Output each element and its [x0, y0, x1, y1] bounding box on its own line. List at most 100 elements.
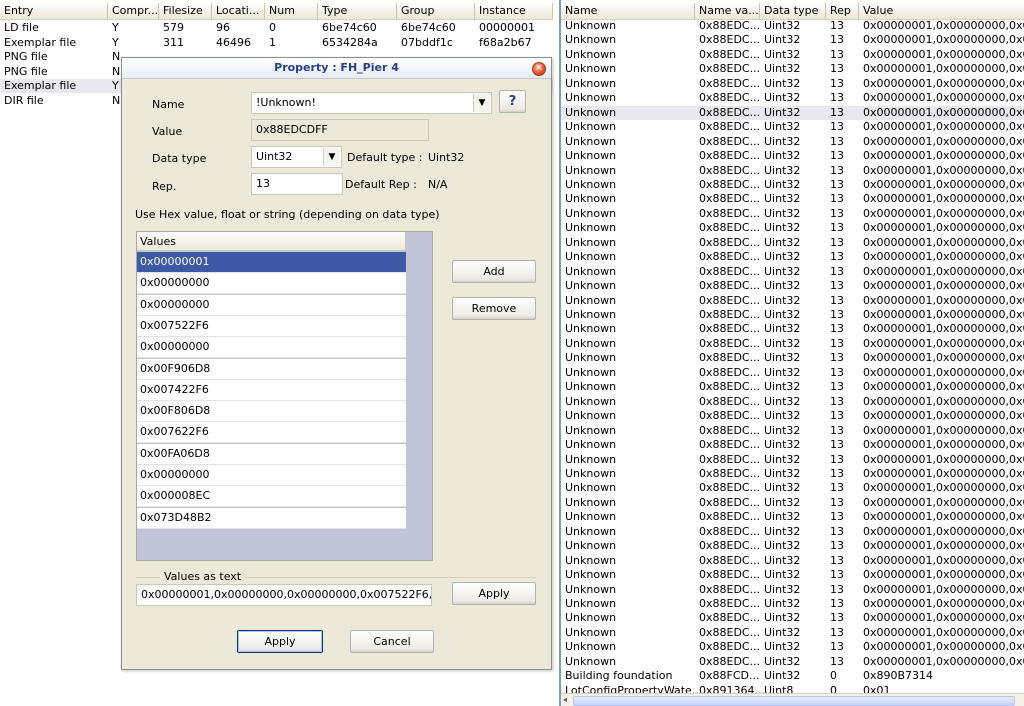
property-cell-value: 0x00000001,0x00000000,0x00000: [863, 235, 1024, 249]
column-entry[interactable]: Entry: [0, 3, 108, 19]
remove-button[interactable]: Remove: [452, 297, 536, 320]
property-row[interactable]: Unknown 0x88EDC... Uint32 13 0x00000001,0x00…: [561, 583, 1024, 597]
value-list-item[interactable]: 0x007522F6: [137, 315, 406, 337]
cancel-button[interactable]: Cancel: [350, 630, 434, 653]
close-icon[interactable]: ×: [532, 62, 546, 76]
column-value[interactable]: Value: [859, 3, 1024, 19]
column-name[interactable]: Name: [561, 3, 695, 19]
value-list-item[interactable]: 0x00000001: [137, 252, 406, 273]
property-row[interactable]: Unknown 0x88EDC... Uint32 13 0x00000001,0x00…: [561, 236, 1024, 250]
column-instance[interactable]: Instance: [475, 3, 553, 19]
property-row[interactable]: Unknown 0x88EDC... Uint32 13 0x00000001,0x00…: [561, 409, 1024, 423]
property-cell-name-value: 0x88EDC...: [699, 394, 761, 408]
value-list-item[interactable]: 0x00000000: [137, 273, 406, 295]
help-button[interactable]: ?: [499, 90, 526, 113]
property-cell-data-type: Uint32: [764, 192, 801, 206]
value-list-item[interactable]: 0x00F906D8: [137, 358, 406, 380]
scrollbar-thumb[interactable]: [573, 696, 1015, 706]
property-row[interactable]: Unknown 0x88EDC... Uint32 13 0x00000001,0x00…: [561, 105, 1024, 120]
add-button[interactable]: Add: [452, 260, 536, 283]
name-dropdown[interactable]: !Unknown! ▼: [251, 92, 492, 114]
value-list-item[interactable]: 0x00000000: [137, 337, 406, 359]
column-compressed[interactable]: Compr...: [108, 3, 159, 19]
property-row[interactable]: Unknown 0x88EDC... Uint32 13 0x00000001,0x00…: [561, 611, 1024, 625]
column-group[interactable]: Group: [397, 3, 475, 19]
property-row[interactable]: Unknown 0x88EDC... Uint32 13 0x00000001,0x00…: [561, 481, 1024, 495]
property-row[interactable]: Unknown 0x88EDC... Uint32 13 0x00000001,0x00…: [561, 250, 1024, 264]
property-row[interactable]: Unknown 0x88EDC... Uint32 13 0x00000001,0x00…: [561, 510, 1024, 524]
value-list-item[interactable]: 0x00F806D8: [137, 401, 406, 423]
chevron-down-icon[interactable]: ▼: [323, 148, 340, 166]
property-row[interactable]: Unknown 0x88EDC... Uint32 13 0x00000001,0x00…: [561, 351, 1024, 365]
column-data-type[interactable]: Data type: [760, 3, 826, 19]
hint-text: Use Hex value, float or string (dependin…: [135, 208, 440, 221]
property-row[interactable]: Unknown 0x88EDC... Uint32 13 0x00000001,0x00…: [561, 192, 1024, 206]
property-row[interactable]: Unknown 0x88EDC... Uint32 13 0x00000001,0x00…: [561, 568, 1024, 582]
property-row[interactable]: Unknown 0x88EDC... Uint32 13 0x00000001,0x00…: [561, 265, 1024, 279]
property-row[interactable]: Unknown 0x88EDC... Uint32 13 0x00000001,0x00…: [561, 308, 1024, 322]
property-row[interactable]: Unknown 0x88EDC... Uint32 13 0x00000001,0x00…: [561, 525, 1024, 539]
property-row[interactable]: Unknown 0x88EDC... Uint32 13 0x00000001,0x00…: [561, 135, 1024, 149]
column-name-value[interactable]: Name va...: [695, 3, 760, 19]
property-row[interactable]: Unknown 0x88EDC... Uint32 13 0x00000001,0x00…: [561, 597, 1024, 611]
property-cell-data-type: Uint32: [764, 539, 801, 553]
property-row[interactable]: Unknown 0x88EDC... Uint32 13 0x00000001,0x00…: [561, 337, 1024, 351]
property-row[interactable]: Unknown 0x88EDC... Uint32 13 0x00000001,0x00…: [561, 539, 1024, 553]
property-row[interactable]: Unknown 0x88EDC... Uint32 13 0x00000001,0x00…: [561, 221, 1024, 235]
property-row[interactable]: Unknown 0x88EDC... Uint32 13 0x00000001,0x00…: [561, 178, 1024, 192]
apply-button[interactable]: Apply: [237, 630, 323, 653]
property-cell-value: 0x00000001,0x00000000,0x00000: [863, 120, 1024, 134]
property-row[interactable]: Unknown 0x88EDC... Uint32 13 0x00000001,0x00…: [561, 554, 1024, 568]
chevron-down-icon[interactable]: ▼: [473, 94, 490, 112]
property-row[interactable]: Unknown 0x88EDC... Uint32 13 0x00000001,0x00…: [561, 366, 1024, 380]
property-row[interactable]: Unknown 0x88EDC... Uint32 13 0x00000001,0x00…: [561, 496, 1024, 510]
property-row[interactable]: Unknown 0x88EDC... Uint32 13 0x00000001,0x00…: [561, 395, 1024, 409]
datatype-dropdown[interactable]: Uint32 ▼: [251, 146, 342, 168]
property-row[interactable]: Unknown 0x88EDC... Uint32 13 0x00000001,0x00…: [561, 424, 1024, 438]
property-row[interactable]: Unknown 0x88EDC... Uint32 13 0x00000001,0x00…: [561, 453, 1024, 467]
property-row[interactable]: Unknown 0x88EDC... Uint32 13 0x00000001,0x00…: [561, 626, 1024, 640]
property-row[interactable]: Unknown 0x88EDC... Uint32 13 0x00000001,0x00…: [561, 640, 1024, 654]
property-row[interactable]: Unknown 0x88EDC... Uint32 13 0x00000001,0x00…: [561, 380, 1024, 394]
value-list-item[interactable]: 0x073D48B2: [137, 507, 406, 529]
values-as-text-input[interactable]: 0x00000001,0x00000000,0x00000000,0x00752…: [136, 584, 432, 606]
value-list-item[interactable]: 0x000008EC: [137, 486, 406, 508]
value-list-item[interactable]: 0x00000000: [137, 465, 406, 486]
property-row[interactable]: Unknown 0x88EDC... Uint32 13 0x00000001,0x00…: [561, 164, 1024, 178]
column-filesize[interactable]: Filesize: [159, 3, 212, 19]
property-row[interactable]: Unknown 0x88EDC... Uint32 13 0x00000001,0x00…: [561, 19, 1024, 33]
properties-list[interactable]: Name Name va... Data type Rep Value Unkn…: [559, 0, 1024, 706]
property-row[interactable]: Building foundation 0x88FCD... Uint32 0 0x89…: [561, 669, 1024, 683]
value-list-item[interactable]: 0x00000000: [137, 294, 406, 316]
property-cell-value: 0x00000001,0x00000000,0x00000: [863, 33, 1024, 47]
property-row[interactable]: Unknown 0x88EDC... Uint32 13 0x00000001,0x00…: [561, 120, 1024, 134]
property-row[interactable]: Unknown 0x88EDC... Uint32 13 0x00000001,0x00…: [561, 294, 1024, 308]
property-row[interactable]: Unknown 0x88EDC... Uint32 13 0x00000001,0x00…: [561, 438, 1024, 452]
property-row[interactable]: Unknown 0x88EDC... Uint32 13 0x00000001,0x00…: [561, 62, 1024, 76]
column-type[interactable]: Type: [318, 3, 397, 19]
value-list-item[interactable]: 0x007422F6: [137, 379, 406, 401]
value-list-item[interactable]: 0x00FA06D8: [137, 443, 406, 465]
property-row[interactable]: Unknown 0x88EDC... Uint32 13 0x00000001,0x00…: [561, 207, 1024, 221]
property-row[interactable]: Unknown 0x88EDC... Uint32 13 0x00000001,0x00…: [561, 48, 1024, 62]
property-row[interactable]: Unknown 0x88EDC... Uint32 13 0x00000001,0x00…: [561, 77, 1024, 91]
property-row[interactable]: Unknown 0x88EDC... Uint32 13 0x00000001,0x00…: [561, 655, 1024, 669]
rep-input[interactable]: 13: [251, 173, 343, 195]
apply-text-button[interactable]: Apply: [452, 582, 536, 605]
property-row[interactable]: Unknown 0x88EDC... Uint32 13 0x00000001,0x00…: [561, 149, 1024, 163]
value-list-item[interactable]: 0x007622F6: [137, 422, 406, 444]
column-rep[interactable]: Rep: [826, 3, 859, 19]
column-num[interactable]: Num: [265, 3, 318, 19]
property-row[interactable]: Unknown 0x88EDC... Uint32 13 0x00000001,0x00…: [561, 279, 1024, 293]
entry-row[interactable]: LD file Y 579 96 0 6be74c60 6be74c60 00000001: [0, 21, 553, 35]
column-location[interactable]: Locati...: [212, 3, 265, 19]
property-row[interactable]: Unknown 0x88EDC... Uint32 13 0x00000001,0x00…: [561, 33, 1024, 47]
horizontal-scrollbar[interactable]: ◂: [561, 693, 1024, 706]
property-row[interactable]: Unknown 0x88EDC... Uint32 13 0x00000001,0x00…: [561, 322, 1024, 336]
property-cell-name: Unknown: [565, 33, 617, 47]
values-list[interactable]: Values 0x00000001 0x00000000 0x00000000 0x0…: [136, 231, 433, 561]
property-row[interactable]: Unknown 0x88EDC... Uint32 13 0x00000001,0x00…: [561, 467, 1024, 481]
entry-row[interactable]: Exemplar file Y 311 46496 1 6534284a 07bddf1c f…: [0, 36, 553, 50]
property-row[interactable]: Unknown 0x88EDC... Uint32 13 0x00000001,0x00…: [561, 91, 1024, 105]
scroll-left-arrow-icon[interactable]: ◂: [563, 694, 567, 706]
